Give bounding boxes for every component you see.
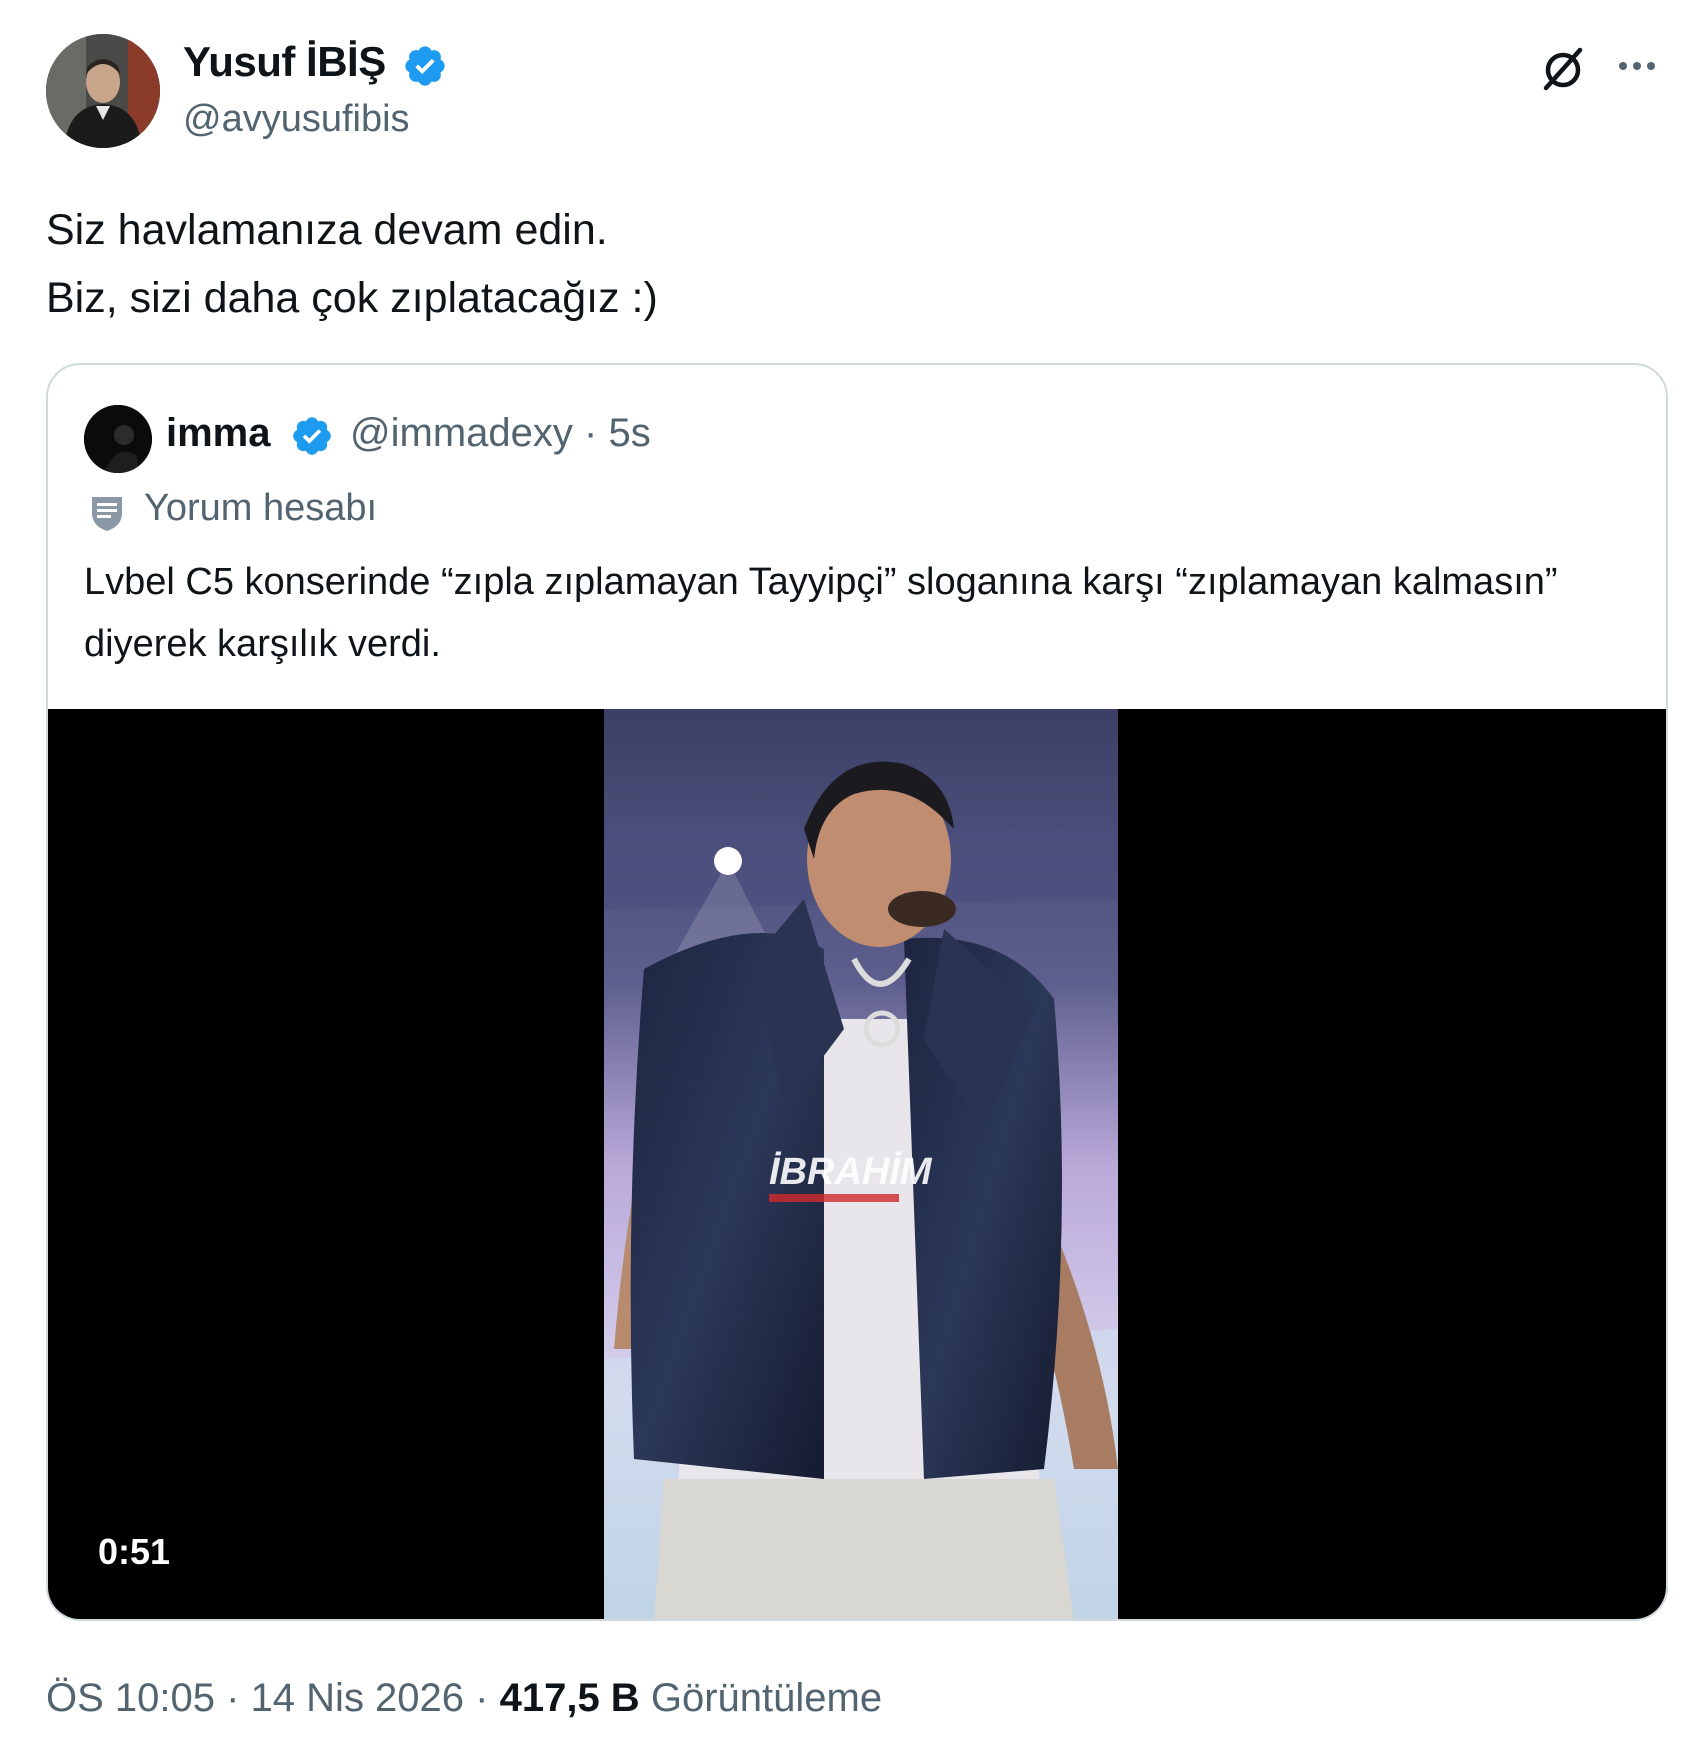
account-label[interactable]: Yorum hesabı: [144, 487, 377, 530]
tweet-footer: ÖS 10:05 · 14 Nis 2026 · 417,5 B Görüntü…: [46, 1676, 882, 1721]
video-duration: 0:51: [98, 1531, 171, 1572]
footer-separator: ·: [464, 1676, 500, 1720]
tweet-text: Siz havlamanıza devam edin. Biz, sizi da…: [46, 196, 658, 332]
video-player[interactable]: İBRAHİM 0:51: [48, 709, 1666, 1619]
avatar-image: [46, 34, 160, 148]
more-icon[interactable]: [1612, 48, 1662, 84]
shield-comment-icon: [92, 497, 122, 531]
tweet-text-line: Siz havlamanıza devam edin.: [46, 206, 608, 254]
quote-avatar-image: [84, 405, 152, 473]
quoted-tweet-card[interactable]: imma @immadexy · 5s Yorum hesabı Lvbel C…: [46, 363, 1668, 1621]
quote-timestamp[interactable]: 5s: [608, 411, 650, 455]
video-watermark: İBRAHİM: [769, 1151, 933, 1193]
quote-verified-badge-icon: [293, 417, 331, 455]
author-name[interactable]: Yusuf İBİŞ: [183, 38, 386, 86]
verified-badge-icon: [405, 46, 445, 86]
post-time[interactable]: ÖS 10:05: [46, 1676, 215, 1720]
quote-author-handle[interactable]: @immadexy: [350, 411, 573, 455]
video-frame: İBRAHİM: [604, 709, 1118, 1619]
author-avatar[interactable]: [46, 34, 160, 148]
author-handle[interactable]: @avyusufibis: [183, 98, 410, 141]
grok-icon[interactable]: [1538, 44, 1588, 94]
quote-text: Lvbel C5 konserinde “zıpla zıplamayan Ta…: [84, 561, 1558, 665]
meta-separator: ·: [584, 411, 598, 455]
quote-meta: @immadexy · 5s: [350, 411, 651, 456]
footer-separator: ·: [215, 1676, 251, 1720]
post-date[interactable]: 14 Nis 2026: [251, 1676, 464, 1720]
tweet-text-line: Biz, sizi daha çok zıplatacağız :): [46, 274, 658, 322]
quote-author-name[interactable]: imma: [166, 411, 271, 456]
quote-author-avatar[interactable]: [84, 405, 152, 473]
video-thumbnail: İBRAHİM: [604, 709, 1118, 1619]
views-label: Görüntüleme: [650, 1676, 883, 1720]
views-count: 417,5 B: [499, 1676, 640, 1720]
